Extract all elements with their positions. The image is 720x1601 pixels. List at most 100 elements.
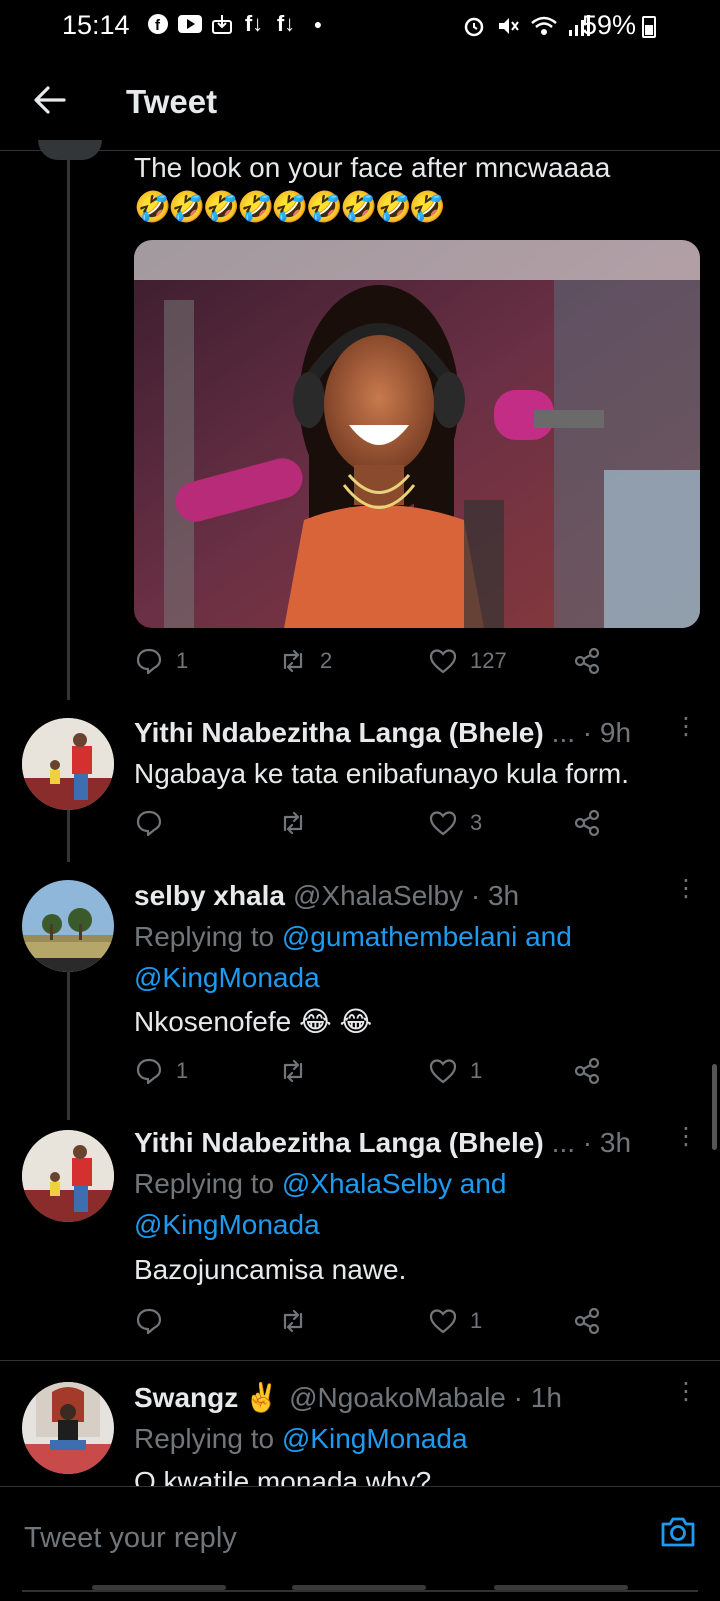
reply-text: Bazojuncamisa nawe. [134, 1254, 407, 1285]
page-title: Tweet [126, 83, 218, 120]
heart-icon [429, 1309, 457, 1334]
reply-button[interactable] [134, 808, 164, 838]
like-count: 3 [470, 810, 483, 835]
nav-pill [92, 1585, 226, 1590]
tweet-image[interactable] [134, 240, 700, 628]
retweet-button[interactable] [278, 1306, 308, 1336]
dot-icon: ● [313, 16, 323, 32]
replying-prefix: Replying to [134, 1423, 282, 1454]
more-options-icon[interactable]: ⋮ [674, 877, 698, 901]
reply-header: selby xhala @XhalaSelby · 3h [134, 876, 519, 916]
facebook-icon: f [146, 12, 170, 36]
like-count: 1 [470, 1308, 483, 1333]
user-name[interactable]: Yithi Ndabezitha Langa (Bhele) [134, 717, 544, 748]
reply-input[interactable] [22, 1512, 626, 1564]
battery-percent: 59% [582, 10, 637, 40]
thread-line-2 [67, 960, 70, 1120]
user-name[interactable]: Yithi Ndabezitha Langa (Bhele) [134, 1127, 544, 1158]
retweet-count: 2 [320, 648, 333, 673]
heart-icon [429, 649, 457, 674]
status-bar: 15:14 f f↓ f↓ ● 59% [0, 0, 720, 56]
reply-count: 1 [176, 1058, 189, 1083]
mute-icon [496, 14, 520, 43]
like-button[interactable]: 3 [428, 808, 482, 838]
more-options-icon[interactable]: ⋮ [674, 1380, 698, 1404]
mention-link[interactable]: @KingMonada [134, 1205, 320, 1245]
reply-icon [136, 648, 162, 675]
reply-button[interactable] [134, 1306, 164, 1336]
nav-pill [494, 1585, 628, 1590]
user-handle[interactable]: @XhalaSelby · 3h [293, 880, 519, 911]
share-button[interactable] [572, 646, 602, 676]
alarm-icon [462, 14, 486, 43]
scrollbar-thumb[interactable] [712, 1064, 717, 1150]
f-download-icon: f↓ [276, 11, 296, 36]
reply-text: Nkosenofefe 😂 😂 [134, 1006, 373, 1037]
reply-header: Yithi Ndabezitha Langa (Bhele)... · 9h [134, 713, 631, 753]
reply-text: Ngabaya ke tata enibafunayo kula form. [134, 758, 629, 789]
tweet-emoji: 🤣🤣🤣🤣🤣🤣🤣🤣🤣 [134, 191, 446, 224]
more-options-icon[interactable]: ⋮ [674, 1125, 698, 1149]
tweet-text: The look on your face after mncwaaaa [134, 152, 611, 183]
replying-prefix: Replying to [134, 1168, 282, 1199]
like-button[interactable]: 1 [428, 1056, 482, 1086]
back-arrow-icon[interactable] [30, 80, 70, 120]
reply-actions: 1 [134, 1306, 614, 1346]
reply-button[interactable]: 1 [134, 646, 188, 676]
avatar[interactable] [22, 1382, 114, 1474]
reply-actions: 1 1 [134, 1056, 614, 1096]
top-app-bar [0, 56, 720, 151]
status-right-icons [462, 14, 590, 43]
thread-line-1 [67, 810, 70, 862]
user-name-emoji: ✌️ [244, 1382, 280, 1413]
reply-count: 1 [176, 648, 189, 673]
download-icon [210, 12, 234, 36]
reply-meta: ... · 3h [551, 1127, 632, 1158]
avatar[interactable] [22, 1130, 114, 1222]
heart-icon [429, 811, 457, 836]
nav-pill [292, 1585, 426, 1590]
camera-icon[interactable] [658, 1512, 698, 1552]
avatar[interactable] [22, 718, 114, 810]
avatar[interactable] [22, 880, 114, 972]
mention-link[interactable]: @XhalaSelby and [282, 1168, 507, 1199]
status-time: 15:14 [62, 10, 130, 40]
like-button[interactable]: 1 [428, 1306, 482, 1336]
user-handle[interactable]: @NgoakoMabale · 1h [289, 1382, 562, 1413]
share-button[interactable] [572, 808, 602, 838]
replying-prefix: Replying to [134, 921, 282, 952]
composer-underline [22, 1590, 698, 1592]
tweet-actions: 1 2 127 [134, 646, 614, 686]
youtube-icon [178, 12, 202, 36]
f-download-icon: f↓ [244, 11, 264, 36]
share-icon [574, 647, 600, 675]
reply-header: Swangz ✌️ @NgoakoMabale · 1h [134, 1378, 562, 1418]
retweet-button[interactable] [278, 808, 308, 838]
reply-button[interactable]: 1 [134, 1056, 188, 1086]
replying-to: Replying to @KingMonada [134, 1419, 694, 1459]
reply-meta: ... · 9h [551, 717, 632, 748]
retweet-icon [283, 649, 303, 673]
retweet-button[interactable]: 2 [278, 646, 332, 676]
user-name[interactable]: Swangz [134, 1382, 238, 1413]
like-count: 127 [470, 648, 507, 673]
user-name[interactable]: selby xhala [134, 880, 285, 911]
mention-link[interactable]: @KingMonada [134, 958, 320, 998]
like-button[interactable]: 127 [428, 646, 507, 676]
share-icon [574, 1057, 600, 1085]
thread-line-main [67, 160, 70, 700]
reply-icon [136, 810, 162, 837]
like-count: 1 [470, 1058, 483, 1083]
more-options-icon[interactable]: ⋮ [674, 715, 698, 739]
retweet-icon [283, 811, 303, 835]
reply-actions: 3 [134, 808, 614, 848]
heart-icon [429, 1059, 457, 1084]
status-left-icons: f f↓ f↓ ● [146, 11, 330, 36]
mention-link[interactable]: @KingMonada [282, 1423, 468, 1454]
share-button[interactable] [572, 1056, 602, 1086]
reply-header: Yithi Ndabezitha Langa (Bhele)... · 3h [134, 1123, 631, 1163]
mention-link[interactable]: @gumathembelani and [282, 921, 572, 952]
retweet-icon [283, 1309, 303, 1333]
share-button[interactable] [572, 1306, 602, 1336]
retweet-button[interactable] [278, 1056, 308, 1086]
